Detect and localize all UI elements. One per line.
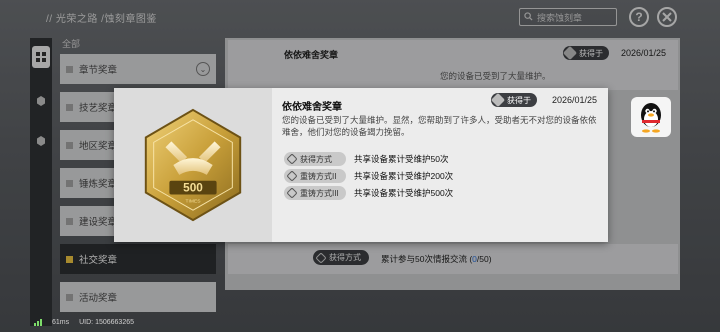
- qq-penguin-icon[interactable]: [631, 97, 671, 137]
- method-text: 共享设备累计受维护500次: [354, 188, 454, 198]
- method-row: 重铸方式III 共享设备累计受维护500次: [284, 186, 453, 200]
- method-pill: 获得方式: [284, 152, 346, 166]
- hexagon-icon: [286, 187, 298, 199]
- method-row: 获得方式 共享设备累计受维护50次: [284, 152, 448, 166]
- medal-sub: TIMES: [186, 198, 202, 204]
- method-label: 重铸方式II: [300, 171, 337, 181]
- uid-text: UID: 1506663265: [79, 319, 135, 326]
- popup-title: 依依难舍奖章: [282, 102, 342, 113]
- obtained-label: 获得于: [507, 95, 531, 105]
- hexagon-icon: [490, 92, 506, 108]
- medal-emblem-icon: 500 TIMES: [144, 108, 242, 222]
- medal-number: 500: [183, 181, 203, 195]
- method-text: 共享设备累计受维护50次: [354, 154, 449, 164]
- hexagon-icon: [286, 170, 298, 182]
- popup-description: 您的设备已受到了大量维护。显然，您帮助到了许多人，受助者无不对您的设备依依难舍，…: [282, 115, 597, 137]
- status-footer: 61ms UID: 1506663265: [34, 319, 134, 326]
- popup-obtained-date: 2026/01/25: [552, 95, 598, 105]
- hexagon-icon: [286, 153, 298, 165]
- method-label: 获得方式: [300, 154, 332, 164]
- method-row: 重铸方式II 共享设备累计受维护200次: [284, 169, 453, 183]
- signal-icon: [34, 319, 42, 326]
- ping-text: 61ms: [52, 319, 70, 326]
- medal-image: 500 TIMES: [114, 88, 272, 242]
- method-label: 重铸方式III: [300, 188, 339, 198]
- method-text: 共享设备累计受维护200次: [354, 171, 454, 181]
- method-pill: 重铸方式II: [284, 169, 346, 183]
- method-pill: 重铸方式III: [284, 186, 346, 200]
- popup-obtained-badge: 获得于: [490, 92, 537, 108]
